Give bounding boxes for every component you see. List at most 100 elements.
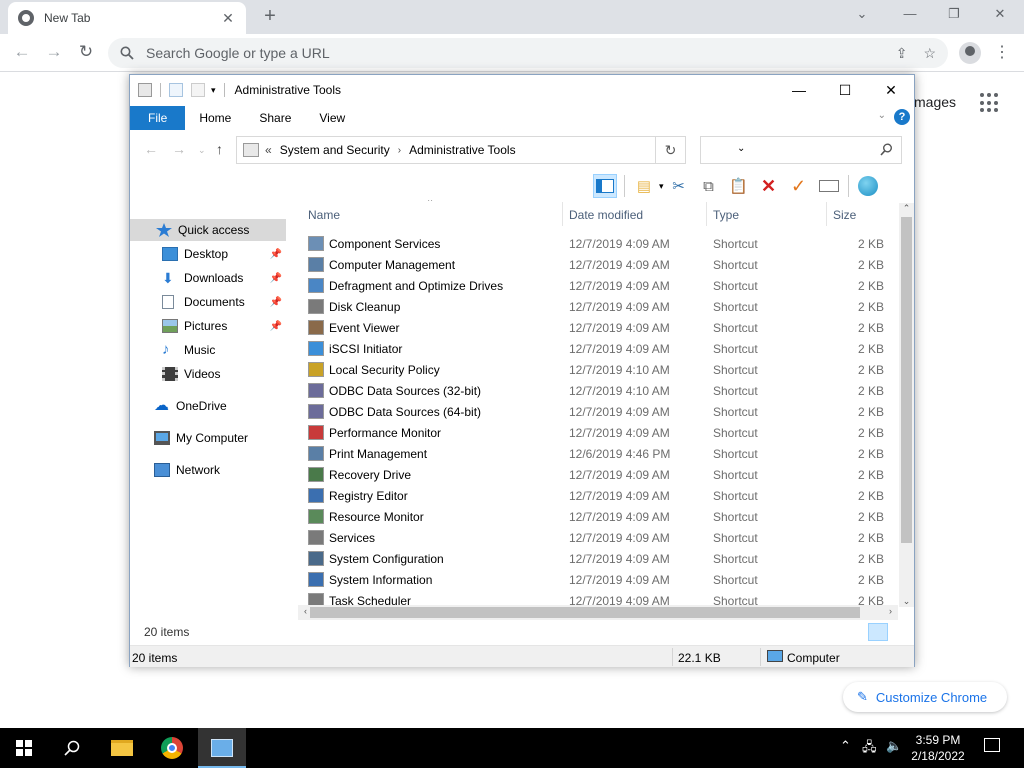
file-row[interactable]: System Configuration 12/7/2019 4:09 AM Sho…: [298, 548, 898, 569]
explorer-forward-icon[interactable]: →: [172, 141, 186, 157]
profile-avatar-icon[interactable]: [959, 42, 981, 64]
breadcrumb-system-security[interactable]: System and Security: [280, 143, 390, 157]
new-item-icon[interactable]: ▤: [632, 174, 656, 198]
globe-icon[interactable]: [856, 174, 880, 198]
file-row[interactable]: Computer Management 12/7/2019 4:09 AM Shor…: [298, 254, 898, 275]
vertical-scroll-thumb[interactable]: [901, 217, 912, 543]
start-button[interactable]: [0, 728, 48, 768]
pin-icon[interactable]: 📌: [270, 321, 282, 332]
file-row[interactable]: iSCSI Initiator 12/7/2019 4:09 AM Shortcut…: [298, 338, 898, 359]
paste-icon[interactable]: 📋: [727, 174, 751, 198]
explorer-close-icon[interactable]: ✕: [868, 75, 914, 105]
search-input[interactable]: [700, 136, 902, 164]
tab-new-tab[interactable]: New Tab ✕: [8, 2, 246, 34]
tab-file[interactable]: File: [130, 106, 186, 130]
file-row[interactable]: Component Services 12/7/2019 4:09 AM Short…: [298, 233, 898, 254]
column-header-name[interactable]: Name: [308, 208, 340, 222]
properties-icon[interactable]: [169, 83, 183, 97]
nav-videos[interactable]: Videos: [130, 363, 286, 385]
tab-close-icon[interactable]: ✕: [220, 10, 236, 27]
back-icon[interactable]: ←: [12, 43, 32, 61]
large-icons-view-icon[interactable]: [890, 623, 910, 641]
file-row[interactable]: Performance Monitor 12/7/2019 4:09 AM Shor…: [298, 422, 898, 443]
expand-ribbon-icon[interactable]: ⌄: [878, 110, 886, 121]
nav-music[interactable]: ♪ Music: [130, 339, 286, 361]
volume-icon[interactable]: 🔈: [886, 738, 902, 754]
file-row[interactable]: Print Management 12/6/2019 4:46 PM Shortcu…: [298, 443, 898, 464]
nav-pictures[interactable]: Pictures 📌: [130, 315, 286, 337]
scroll-down-icon[interactable]: ⌄: [899, 596, 914, 607]
omnibox[interactable]: Search Google or type a URL ⇪ ☆: [108, 38, 948, 68]
file-row[interactable]: ODBC Data Sources (32-bit) 12/7/2019 4:10…: [298, 380, 898, 401]
help-icon[interactable]: ?: [894, 109, 910, 125]
file-row[interactable]: Defragment and Optimize Drives 12/7/2019 …: [298, 275, 898, 296]
new-tab-button[interactable]: +: [260, 6, 280, 28]
breadcrumb-overflow[interactable]: «: [265, 143, 272, 157]
minimize-icon[interactable]: —: [900, 6, 920, 21]
taskbar-admin-tools[interactable]: [198, 728, 246, 768]
pin-icon[interactable]: 📌: [270, 273, 282, 284]
close-icon[interactable]: ✕: [990, 6, 1010, 22]
nav-onedrive[interactable]: ☁ OneDrive: [130, 395, 286, 417]
nav-quick-access[interactable]: Quick access: [130, 219, 286, 241]
new-folder-icon[interactable]: [191, 83, 205, 97]
breadcrumb-admin-tools[interactable]: Administrative Tools: [409, 143, 516, 157]
recent-locations-icon[interactable]: ⌄: [198, 145, 206, 156]
network-icon[interactable]: 🖧: [862, 738, 877, 760]
chrome-menu-icon[interactable]: ⋮: [994, 42, 1010, 62]
forward-icon[interactable]: →: [44, 43, 64, 61]
column-header-type[interactable]: Type: [713, 208, 739, 222]
tab-home[interactable]: Home: [185, 106, 245, 130]
file-row[interactable]: Recovery Drive 12/7/2019 4:09 AM Shortcut 2…: [298, 464, 898, 485]
address-bar[interactable]: « System and Security › Administrative T…: [236, 136, 745, 164]
file-row[interactable]: Disk Cleanup 12/7/2019 4:09 AM Shortcut 2 K…: [298, 296, 898, 317]
explorer-maximize-icon[interactable]: ☐: [822, 75, 868, 105]
horizontal-scroll-thumb[interactable]: [310, 607, 860, 618]
refresh-icon[interactable]: ↻: [656, 136, 686, 164]
tab-search-icon[interactable]: ⌄: [852, 6, 872, 22]
file-row[interactable]: Registry Editor 12/7/2019 4:09 AM Shortcut…: [298, 485, 898, 506]
nav-downloads[interactable]: ⬇ Downloads 📌: [130, 267, 286, 289]
column-divider[interactable]: [826, 202, 827, 226]
file-row[interactable]: ODBC Data Sources (64-bit) 12/7/2019 4:09…: [298, 401, 898, 422]
chevron-up-icon[interactable]: ⌃: [840, 738, 851, 754]
nav-desktop[interactable]: Desktop 📌: [130, 243, 286, 265]
taskbar-chrome[interactable]: [148, 728, 196, 768]
file-row[interactable]: Services 12/7/2019 4:09 AM Shortcut 2 KB: [298, 527, 898, 548]
column-divider[interactable]: [562, 202, 563, 226]
share-icon[interactable]: ⇪: [896, 45, 908, 62]
cut-icon[interactable]: ✂: [667, 174, 691, 198]
horizontal-scrollbar[interactable]: ‹ ›: [298, 605, 898, 620]
column-header-date[interactable]: Date modified: [569, 208, 643, 222]
taskbar-clock[interactable]: 3:59 PM 2/18/2022: [906, 732, 970, 764]
vertical-scrollbar[interactable]: ⌃ ⌄: [899, 203, 914, 607]
up-icon[interactable]: ↑: [216, 141, 223, 157]
scroll-up-icon[interactable]: ⌃: [899, 203, 914, 214]
file-row[interactable]: Resource Monitor 12/7/2019 4:09 AM Shortcu…: [298, 506, 898, 527]
notification-icon[interactable]: [984, 738, 1000, 752]
nav-documents[interactable]: Documents 📌: [130, 291, 286, 313]
file-row[interactable]: Event Viewer 12/7/2019 4:09 AM Shortcut 2 K…: [298, 317, 898, 338]
restore-icon[interactable]: ❐: [944, 6, 964, 22]
scroll-right-icon[interactable]: ›: [883, 606, 898, 616]
file-row[interactable]: Local Security Policy 12/7/2019 4:10 AM Sh…: [298, 359, 898, 380]
tab-view[interactable]: View: [305, 106, 359, 130]
copy-icon[interactable]: ⧉: [697, 174, 721, 198]
check-icon[interactable]: ✓: [787, 174, 811, 198]
file-row[interactable]: System Information 12/7/2019 4:09 AM Short…: [298, 569, 898, 590]
column-divider[interactable]: [706, 202, 707, 226]
new-item-dropdown-icon[interactable]: ▾: [659, 181, 664, 192]
customize-chrome-button[interactable]: ✎ Customize Chrome: [843, 682, 1007, 712]
explorer-minimize-icon[interactable]: —: [776, 75, 822, 105]
pin-icon[interactable]: 📌: [270, 249, 282, 260]
navigation-pane-icon[interactable]: [593, 174, 617, 198]
google-apps-icon[interactable]: [980, 93, 1000, 113]
details-view-icon[interactable]: [868, 623, 888, 641]
nav-my-computer[interactable]: My Computer: [130, 427, 286, 449]
explorer-back-icon[interactable]: ←: [144, 141, 158, 157]
nav-network[interactable]: Network: [130, 459, 286, 481]
images-link[interactable]: mages: [914, 94, 956, 110]
chevron-right-icon[interactable]: ›: [398, 145, 401, 156]
column-header-size[interactable]: Size: [833, 208, 856, 222]
taskbar-search-button[interactable]: [48, 728, 96, 768]
